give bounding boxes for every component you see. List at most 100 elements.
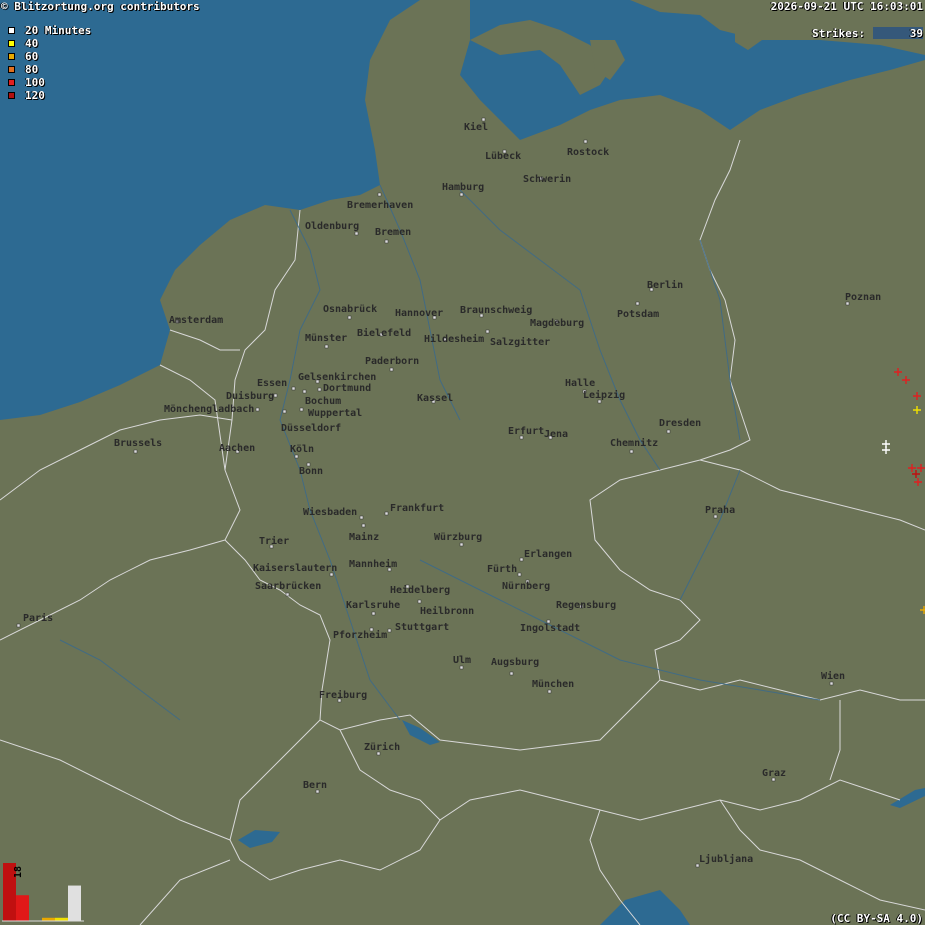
city-stuttgart: Stuttgart [387, 622, 449, 633]
strikes-label: Strikes: [812, 27, 865, 40]
city-dortmund: Dortmund [317, 383, 371, 394]
svg-text:Osnabrück: Osnabrück [323, 304, 377, 315]
svg-text:Düsseldorf: Düsseldorf [281, 423, 341, 434]
svg-text:Bremen: Bremen [375, 227, 411, 238]
city-jena: Jena [544, 429, 568, 440]
svg-text:Oldenburg: Oldenburg [305, 221, 359, 232]
svg-text:Leipzig: Leipzig [583, 389, 625, 401]
svg-text:Stuttgart: Stuttgart [395, 622, 449, 633]
city-ljubljana: Ljubljana [695, 853, 753, 868]
svg-text:Jena: Jena [544, 429, 568, 440]
svg-text:Ljubljana: Ljubljana [699, 853, 753, 865]
svg-text:Kassel: Kassel [417, 393, 453, 404]
svg-text:Erfurt: Erfurt [508, 426, 544, 437]
histogram-bar [68, 885, 81, 921]
svg-text:Duisburg: Duisburg [226, 390, 274, 402]
legend-swatch [8, 53, 15, 60]
svg-text:Salzgitter: Salzgitter [490, 336, 550, 348]
svg-text:Hildesheim: Hildesheim [424, 333, 484, 345]
city-aachen: Aachen [219, 443, 255, 454]
city-magdeburg: Magdeburg [530, 318, 584, 329]
legend-item: 20 Minutes [8, 24, 91, 37]
svg-text:Wuppertal: Wuppertal [308, 408, 362, 419]
svg-text:Bochum: Bochum [305, 396, 341, 407]
svg-text:Hamburg: Hamburg [442, 182, 484, 193]
svg-text:Pforzheim: Pforzheim [333, 629, 387, 641]
svg-text:Karlsruhe: Karlsruhe [346, 600, 400, 611]
legend-item: 80 [8, 63, 38, 76]
svg-text:Rostock: Rostock [567, 147, 609, 158]
city-frankfurt: Frankfurt [384, 503, 444, 516]
svg-text:Paderborn: Paderborn [365, 356, 419, 367]
svg-text:Schwerin: Schwerin [523, 173, 571, 185]
svg-text:Bremerhaven: Bremerhaven [347, 200, 413, 211]
svg-text:Augsburg: Augsburg [491, 657, 539, 668]
city-wuppertal: Wuppertal [299, 407, 362, 419]
city-wiesbaden: Wiesbaden [303, 506, 364, 520]
attribution: © Blitzortung.org contributors [1, 0, 200, 13]
svg-text:Wiesbaden: Wiesbaden [303, 506, 357, 518]
city-zuerich: Zürich [364, 741, 400, 756]
city-schwerin: Schwerin [523, 173, 571, 185]
svg-text:Trier: Trier [259, 535, 289, 547]
legend-swatch [8, 40, 15, 47]
svg-text:Paris: Paris [23, 612, 53, 624]
svg-text:Zürich: Zürich [364, 741, 400, 753]
city-trier: Trier [259, 535, 289, 549]
svg-text:Graz: Graz [762, 768, 786, 779]
city-moenchengladbach: Mönchengladbach [164, 404, 260, 415]
city-berlin: Berlin [647, 279, 683, 292]
svg-text:Münster: Münster [305, 333, 347, 344]
svg-text:Erlangen: Erlangen [524, 549, 572, 560]
city-kaiserslautern: Kaiserslautern [253, 562, 337, 577]
svg-text:Frankfurt: Frankfurt [390, 503, 444, 514]
city-hannover: Hannover [395, 308, 443, 320]
svg-text:Bielefeld: Bielefeld [357, 327, 411, 339]
legend-item: 100 [8, 76, 45, 89]
license: (CC BY-SA 4.0) [830, 912, 923, 925]
svg-text:Nürnberg: Nürnberg [502, 581, 550, 592]
city-bonn: Bonn [299, 462, 323, 477]
city-heidelberg: Heidelberg [390, 584, 450, 596]
svg-text:Heilbronn: Heilbronn [420, 605, 474, 617]
histogram-bar [16, 895, 29, 921]
legend-item: 120 [8, 89, 45, 102]
city-leipzig: Leipzig [583, 389, 625, 404]
svg-text:Regensburg: Regensburg [556, 600, 616, 611]
strike-histogram: 18 [2, 863, 84, 922]
svg-text:Mannheim: Mannheim [349, 558, 397, 570]
svg-text:Aachen: Aachen [219, 443, 255, 454]
svg-text:Amsterdam: Amsterdam [169, 315, 223, 326]
svg-text:Würzburg: Würzburg [434, 532, 482, 543]
legend-swatch [8, 92, 15, 99]
lightning-map[interactable]: Kiel Lübeck Rostock Hamburg Schwerin Bre… [0, 0, 925, 925]
city-pforzheim: Pforzheim [333, 627, 387, 641]
svg-text:Chemnitz: Chemnitz [610, 437, 658, 449]
svg-text:Freiburg: Freiburg [319, 689, 367, 701]
svg-text:Köln: Köln [290, 444, 314, 455]
svg-text:Ulm: Ulm [453, 655, 471, 666]
city-bielefeld: Bielefeld [357, 327, 411, 339]
svg-text:Bonn: Bonn [299, 466, 323, 477]
svg-text:Essen: Essen [257, 378, 287, 389]
city-amsterdam: Amsterdam [169, 315, 223, 326]
histogram-max-label: 18 [13, 866, 24, 878]
city-luebeck: Lübeck [485, 149, 521, 162]
legend-item: 60 [8, 50, 38, 63]
svg-text:Kaiserslautern: Kaiserslautern [253, 562, 337, 574]
svg-text:Lübeck: Lübeck [485, 151, 521, 162]
legend-swatch [8, 79, 15, 86]
svg-text:Brussels: Brussels [114, 438, 162, 449]
city-duisburg: Duisburg [226, 390, 278, 402]
svg-text:Ingolstadt: Ingolstadt [520, 623, 580, 634]
legend-swatch [8, 66, 15, 73]
city-hildesheim: Hildesheim [424, 333, 484, 345]
city-regensburg: Regensburg [556, 600, 616, 611]
svg-text:Halle: Halle [565, 378, 595, 389]
svg-text:Saarbrücken: Saarbrücken [255, 581, 321, 592]
svg-text:Wien: Wien [821, 670, 845, 682]
svg-text:München: München [532, 679, 574, 690]
svg-text:Gelsenkirchen: Gelsenkirchen [298, 371, 376, 383]
svg-text:Hannover: Hannover [395, 308, 443, 319]
svg-text:Poznan: Poznan [845, 292, 881, 303]
